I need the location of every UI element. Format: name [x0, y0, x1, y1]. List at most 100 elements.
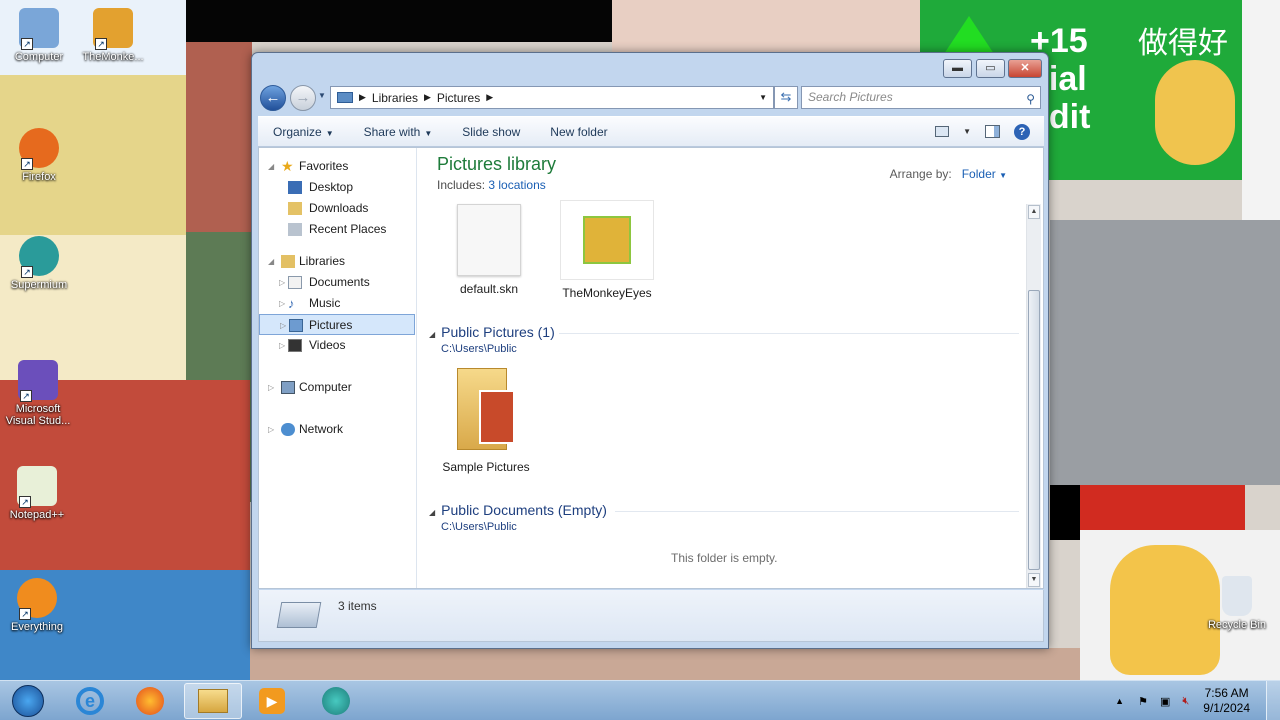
desktop-icon-everything[interactable]: ↗ Everything: [0, 578, 74, 633]
collapse-triangle-icon[interactable]: ◢: [429, 330, 435, 339]
start-button[interactable]: [0, 683, 56, 719]
nav-libraries[interactable]: ◢ Libraries: [259, 251, 416, 272]
pictures-icon: [289, 319, 303, 332]
search-input[interactable]: Search Pictures ⚲: [801, 86, 1041, 109]
desktop-icon-visual-studio[interactable]: ↗ Microsoft Visual Stud...: [0, 360, 76, 427]
taskbar-internet-explorer[interactable]: e: [62, 683, 118, 719]
arrange-by-dropdown[interactable]: Folder ▼: [962, 167, 1007, 181]
nav-music[interactable]: ▷ ♪ Music: [259, 293, 416, 314]
organize-button[interactable]: Organize ▼: [258, 125, 349, 139]
group-path: C:\Users\Public: [441, 343, 517, 355]
action-center-flag-icon[interactable]: ⚑: [1138, 695, 1148, 708]
expand-triangle-icon[interactable]: ▷: [268, 419, 274, 440]
windows-orb-icon: [12, 685, 44, 717]
nav-pictures[interactable]: ▷ Pictures: [259, 314, 415, 335]
slide-show-button[interactable]: Slide show: [447, 125, 535, 139]
navigation-pane: ◢ ★ Favorites Desktop Downloads Recent Pla…: [259, 148, 417, 588]
desktop-icon-notepad[interactable]: ↗ Notepad++: [0, 466, 74, 521]
breadcrumb-libraries[interactable]: Libraries: [372, 91, 418, 105]
change-view-icon[interactable]: [935, 126, 950, 137]
media-player-icon: ▶: [259, 688, 285, 714]
refresh-button[interactable]: ⇆: [774, 86, 798, 109]
nav-videos[interactable]: ▷ Videos: [259, 335, 416, 356]
taskbar-firefox[interactable]: [122, 683, 178, 719]
view-options-chevron-icon[interactable]: ▼: [963, 127, 971, 136]
share-with-button[interactable]: Share with ▼: [349, 125, 448, 139]
address-dropdown-icon[interactable]: ▼: [759, 93, 767, 102]
group-title: Public Documents (Empty): [441, 502, 607, 518]
explorer-window: ▬ ▭ ✕ ← → ▼ ▶ Libraries ▶ Pictures ▶ ▼ ⇆…: [251, 52, 1049, 649]
icon-label: Notepad++: [9, 509, 65, 521]
collapse-triangle-icon[interactable]: ◢: [268, 251, 274, 272]
file-item[interactable]: default.skn: [434, 204, 544, 296]
preview-pane-icon[interactable]: [985, 125, 1000, 138]
nav-downloads[interactable]: Downloads: [259, 198, 416, 219]
search-icon[interactable]: ⚲: [1026, 89, 1035, 110]
nav-recent-places[interactable]: Recent Places: [259, 219, 416, 240]
vertical-scrollbar[interactable]: ▲ ▼: [1026, 204, 1041, 588]
scroll-up-button[interactable]: ▲: [1028, 205, 1040, 219]
desktop-icon: [288, 181, 302, 194]
icon-label: Supermium: [10, 279, 68, 291]
breadcrumb-pictures[interactable]: Pictures: [437, 91, 480, 105]
new-folder-button[interactable]: New folder: [535, 125, 622, 139]
overlay-chinese: 做得好: [1138, 26, 1228, 61]
taskbar-supermium[interactable]: [308, 683, 364, 719]
locations-link[interactable]: 3 locations: [488, 178, 545, 192]
taskbar-windows-explorer[interactable]: [184, 683, 242, 719]
collapse-triangle-icon[interactable]: ◢: [429, 508, 435, 517]
collapse-triangle-icon[interactable]: ◢: [268, 156, 274, 177]
show-desktop-button[interactable]: [1266, 681, 1280, 720]
expand-triangle-icon[interactable]: ▷: [279, 335, 285, 356]
system-tray: ▲ ⚑ ▣ 🔇︎ 7:56 AM 9/1/2024: [1115, 681, 1250, 720]
maximize-button[interactable]: ▭: [976, 59, 1005, 78]
minimize-button[interactable]: ▬: [943, 59, 972, 78]
taskbar-media-player[interactable]: ▶: [244, 683, 300, 719]
clock[interactable]: 7:56 AM 9/1/2024: [1203, 686, 1250, 716]
everything-icon: ↗: [17, 578, 57, 620]
address-bar[interactable]: ▶ Libraries ▶ Pictures ▶ ▼: [330, 86, 774, 109]
share-label: Share with: [363, 124, 421, 139]
bg-emoji: [1155, 60, 1235, 165]
nav-computer[interactable]: ▷ Computer: [259, 377, 416, 398]
folder-photo: [479, 390, 515, 444]
group-public-pictures[interactable]: ◢ Public Pictures (1): [429, 324, 555, 340]
nav-desktop[interactable]: Desktop: [259, 177, 416, 198]
folder-name: Sample Pictures: [442, 460, 530, 474]
nav-documents[interactable]: ▷ Documents: [259, 272, 416, 293]
file-item[interactable]: TheMonkeyEyes: [552, 200, 662, 300]
show-hidden-icons-icon[interactable]: ▲: [1115, 696, 1124, 706]
expand-triangle-icon[interactable]: ▷: [280, 315, 286, 336]
nav-label: Libraries: [299, 254, 346, 268]
expand-triangle-icon[interactable]: ▷: [279, 293, 285, 314]
empty-folder-message: This folder is empty.: [671, 551, 778, 565]
help-icon[interactable]: ?: [1014, 123, 1030, 140]
scroll-thumb[interactable]: [1028, 290, 1040, 570]
back-button[interactable]: ←: [260, 85, 286, 111]
command-bar: Organize ▼ Share with ▼ Slide show New fol…: [258, 116, 1044, 147]
network-tray-icon[interactable]: ▣: [1160, 695, 1170, 708]
recent-pages-chevron-icon[interactable]: ▼: [318, 91, 326, 100]
expand-triangle-icon[interactable]: ▷: [279, 272, 285, 293]
expand-triangle-icon[interactable]: ▷: [268, 377, 274, 398]
desktop-icon-themonkey[interactable]: ↗ TheMonke...: [76, 8, 150, 63]
volume-muted-icon[interactable]: 🔇︎: [1182, 695, 1189, 708]
desktop-icon-supermium[interactable]: ↗ Supermium: [2, 236, 76, 291]
details-pane: 3 items: [258, 590, 1044, 642]
title-bar[interactable]: ▬ ▭ ✕: [252, 53, 1048, 81]
icon-label: Computer: [14, 51, 64, 63]
forward-button[interactable]: →: [290, 85, 316, 111]
desktop-icon-firefox[interactable]: ↗ Firefox: [2, 128, 76, 183]
view-controls: ▼ ?: [935, 123, 1030, 140]
scroll-down-button[interactable]: ▼: [1028, 573, 1040, 587]
desktop-icon-recycle-bin[interactable]: Recycle Bin: [1200, 576, 1274, 631]
library-title: Pictures library: [437, 154, 557, 174]
nav-favorites[interactable]: ◢ ★ Favorites: [259, 156, 416, 177]
group-public-documents[interactable]: ◢ Public Documents (Empty): [429, 502, 607, 518]
close-button[interactable]: ✕: [1008, 59, 1042, 78]
clock-date: 9/1/2024: [1203, 701, 1250, 715]
folder-item[interactable]: Sample Pictures: [431, 364, 541, 474]
desktop-icon-computer[interactable]: ↗ Computer: [2, 8, 76, 63]
monkey-thumbnail: [583, 216, 631, 264]
nav-network[interactable]: ▷ Network: [259, 419, 416, 440]
